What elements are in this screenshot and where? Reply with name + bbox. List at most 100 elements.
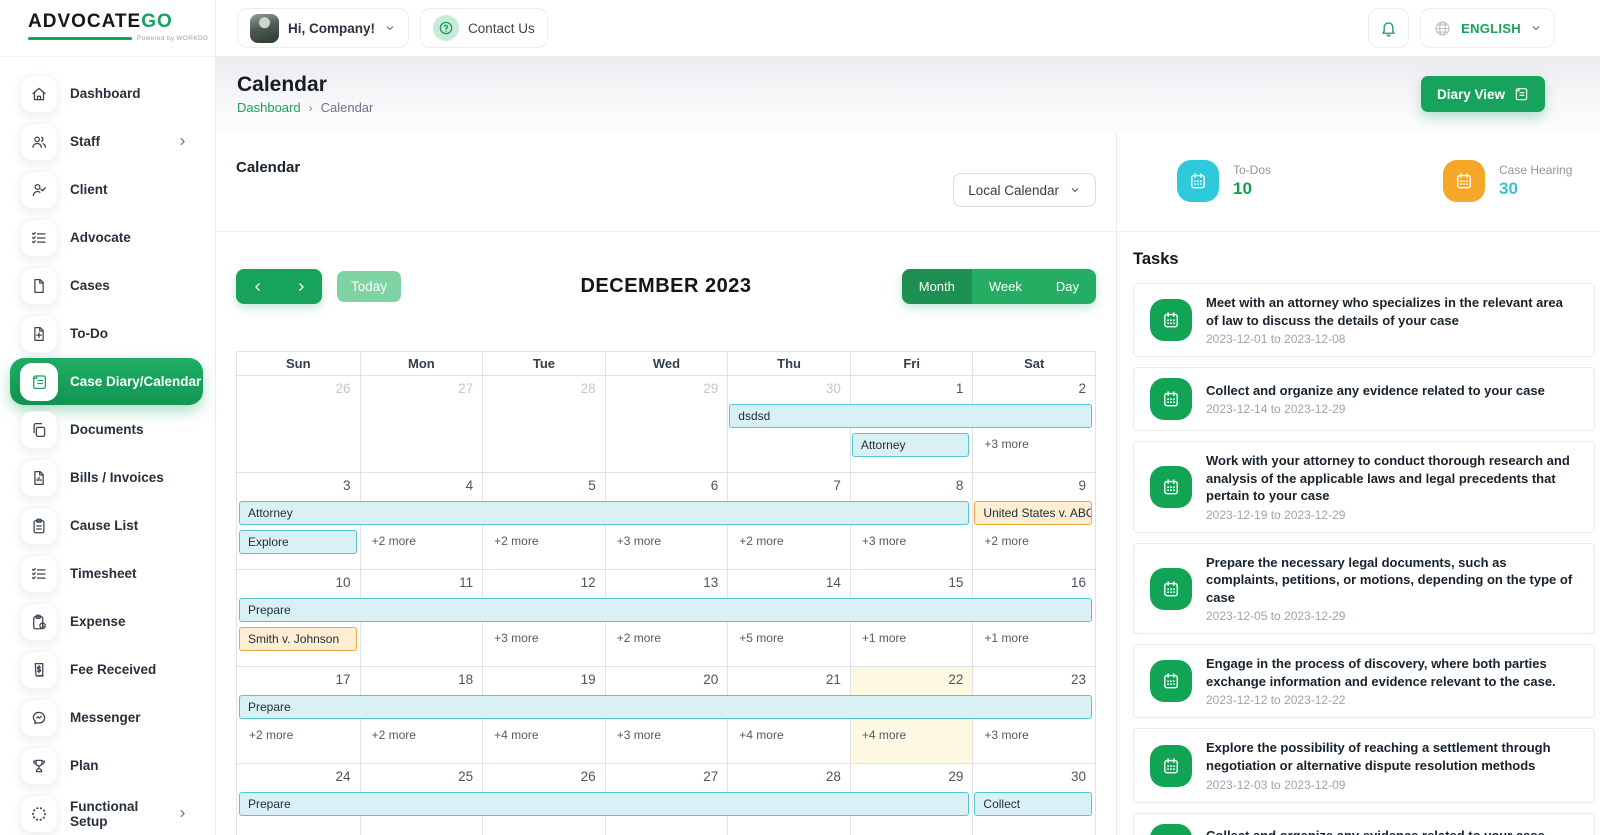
language-selector[interactable]: ENGLISH [1420, 8, 1555, 48]
more-events-link[interactable]: +2 more [362, 724, 480, 748]
file-chart-icon [20, 459, 58, 497]
calendar-event[interactable]: Explore [239, 530, 357, 554]
sidebar-item-messenger[interactable]: Messenger [10, 694, 203, 741]
sidebar-item-client[interactable]: Client [10, 166, 203, 213]
sidebar-item-label: Dashboard [70, 86, 141, 101]
app-window: ADVOCATEGO Powered by WORKDO DashboardSt… [0, 0, 1600, 835]
more-events-link[interactable]: +2 more [974, 530, 1092, 554]
more-events-link[interactable]: +1 more [974, 627, 1092, 651]
task-item[interactable]: Collect and organize any evidence relate… [1133, 813, 1595, 835]
stats-row: To-Dos10Case Hearing30 [1117, 131, 1600, 232]
task-item[interactable]: Meet with an attorney who specializes in… [1133, 283, 1595, 357]
day-header-mon: Mon [360, 352, 483, 375]
sidebar-item-label: Expense [70, 614, 126, 629]
task-item[interactable]: Work with your attorney to conduct thoro… [1133, 441, 1595, 533]
calendar-event[interactable]: Smith v. Johnson [239, 627, 357, 651]
sidebar-item-fee-received[interactable]: Fee Received [10, 646, 203, 693]
more-events-link[interactable]: +3 more [484, 627, 602, 651]
sidebar-item-to-do[interactable]: To-Do [10, 310, 203, 357]
next-month-button[interactable] [279, 269, 322, 304]
stat-value: 30 [1499, 179, 1572, 199]
brand-accent: GO [141, 11, 173, 32]
more-events-link[interactable]: +4 more [852, 724, 970, 748]
calendar-event[interactable]: Attorney [239, 501, 969, 525]
more-events-link[interactable]: +2 more [484, 530, 602, 554]
more-events-link[interactable]: +4 more [729, 724, 847, 748]
task-date-range: 2023-12-14 to 2023-12-29 [1206, 402, 1545, 416]
task-item[interactable]: Engage in the process of discovery, wher… [1133, 644, 1595, 718]
sidebar-item-plan[interactable]: Plan [10, 742, 203, 789]
more-events-link[interactable]: +2 more [362, 530, 480, 554]
sidebar-item-functional-setup[interactable]: Functional Setup [10, 790, 203, 835]
sidebar-item-label: Documents [70, 422, 144, 437]
more-events-link[interactable]: +2 more [607, 627, 725, 651]
task-list: Meet with an attorney who specializes in… [1133, 283, 1595, 835]
sidebar-item-label: Cases [70, 278, 110, 293]
breadcrumb-dashboard-link[interactable]: Dashboard [237, 100, 301, 115]
calendar-week-4: 17181920212223Prepare+2 more+2 more+4 mo… [237, 666, 1095, 763]
sidebar-item-advocate[interactable]: Advocate [10, 214, 203, 261]
more-events-link[interactable]: +1 more [852, 627, 970, 651]
task-item[interactable]: Prepare the necessary legal documents, s… [1133, 543, 1595, 635]
task-item[interactable]: Explore the possibility of reaching a se… [1133, 728, 1595, 802]
right-panel: To-Dos10Case Hearing30 Tasks Meet with a… [1116, 131, 1600, 835]
notifications-button[interactable] [1368, 8, 1409, 48]
chevron-left-icon [251, 280, 265, 294]
day-cell-28[interactable]: 28 [482, 376, 605, 472]
topbar: Hi, Company! Contact Us ENGLISH [216, 0, 1600, 57]
calendar-icon [1150, 660, 1192, 702]
sidebar-item-cause-list[interactable]: Cause List [10, 502, 203, 549]
calendar-event[interactable]: Attorney [852, 433, 970, 457]
more-events-link[interactable]: +2 more [729, 530, 847, 554]
calendar-week-2: 3456789AttorneyUnited States v. ABCExplo… [237, 472, 1095, 569]
day-cell-27[interactable]: 27 [360, 376, 483, 472]
more-events-link[interactable]: +4 more [484, 724, 602, 748]
sidebar-item-documents[interactable]: Documents [10, 406, 203, 453]
more-events-link[interactable]: +3 more [974, 724, 1092, 748]
sidebar-item-case-diary-calendar[interactable]: Case Diary/Calendar [10, 358, 203, 405]
calendar-event[interactable]: Prepare [239, 792, 969, 816]
more-events-link[interactable]: +5 more [729, 627, 847, 651]
more-events-link[interactable]: +3 more [852, 530, 970, 554]
calendar-source-select[interactable]: Local Calendar [953, 173, 1096, 207]
calendar-event[interactable]: Prepare [239, 695, 1092, 719]
sidebar-item-dashboard[interactable]: Dashboard [10, 70, 203, 117]
trophy-icon [20, 747, 58, 785]
view-month-button[interactable]: Month [902, 269, 972, 304]
receipt-icon [20, 651, 58, 689]
diary-view-button[interactable]: Diary View [1421, 76, 1545, 112]
checklist-icon [20, 219, 58, 257]
calendar-event[interactable]: United States v. ABC [974, 501, 1092, 525]
today-button[interactable]: Today [337, 271, 401, 302]
sidebar-item-label: Functional Setup [70, 799, 164, 829]
calendar-week-5: 24252627282930PrepareCollect [237, 763, 1095, 835]
sidebar-item-expense[interactable]: Expense [10, 598, 203, 645]
calendar-event[interactable]: Prepare [239, 598, 1092, 622]
day-cell-29[interactable]: 29 [605, 376, 728, 472]
task-item[interactable]: Collect and organize any evidence relate… [1133, 367, 1595, 431]
contact-us-button[interactable]: Contact Us [420, 8, 548, 48]
sidebar-item-timesheet[interactable]: Timesheet [10, 550, 203, 597]
stat-label: To-Dos [1233, 163, 1271, 177]
more-events-link[interactable]: +3 more [607, 530, 725, 554]
sidebar-item-label: Cause List [70, 518, 138, 533]
sidebar-item-staff[interactable]: Staff [10, 118, 203, 165]
calendar-event[interactable]: dsdsd [729, 404, 1092, 428]
view-day-button[interactable]: Day [1039, 269, 1096, 304]
sidebar-item-bills-invoices[interactable]: Bills / Invoices [10, 454, 203, 501]
day-cell-26[interactable]: 26 [237, 376, 360, 472]
checklist-icon [20, 555, 58, 593]
more-events-link[interactable]: +2 more [239, 724, 357, 748]
more-events-link[interactable]: +3 more [974, 433, 1092, 457]
calendar-source-value: Local Calendar [968, 183, 1059, 198]
calendar-event[interactable]: Collect [974, 792, 1092, 816]
chat-icon [20, 699, 58, 737]
user-menu[interactable]: Hi, Company! [237, 8, 409, 48]
calendar-section-title: Calendar [236, 159, 300, 176]
more-events-link[interactable]: +3 more [607, 724, 725, 748]
chevron-right-icon [176, 807, 189, 820]
task-title: Meet with an attorney who specializes in… [1206, 294, 1578, 329]
sidebar-item-cases[interactable]: Cases [10, 262, 203, 309]
view-week-button[interactable]: Week [972, 269, 1039, 304]
prev-month-button[interactable] [236, 269, 279, 304]
